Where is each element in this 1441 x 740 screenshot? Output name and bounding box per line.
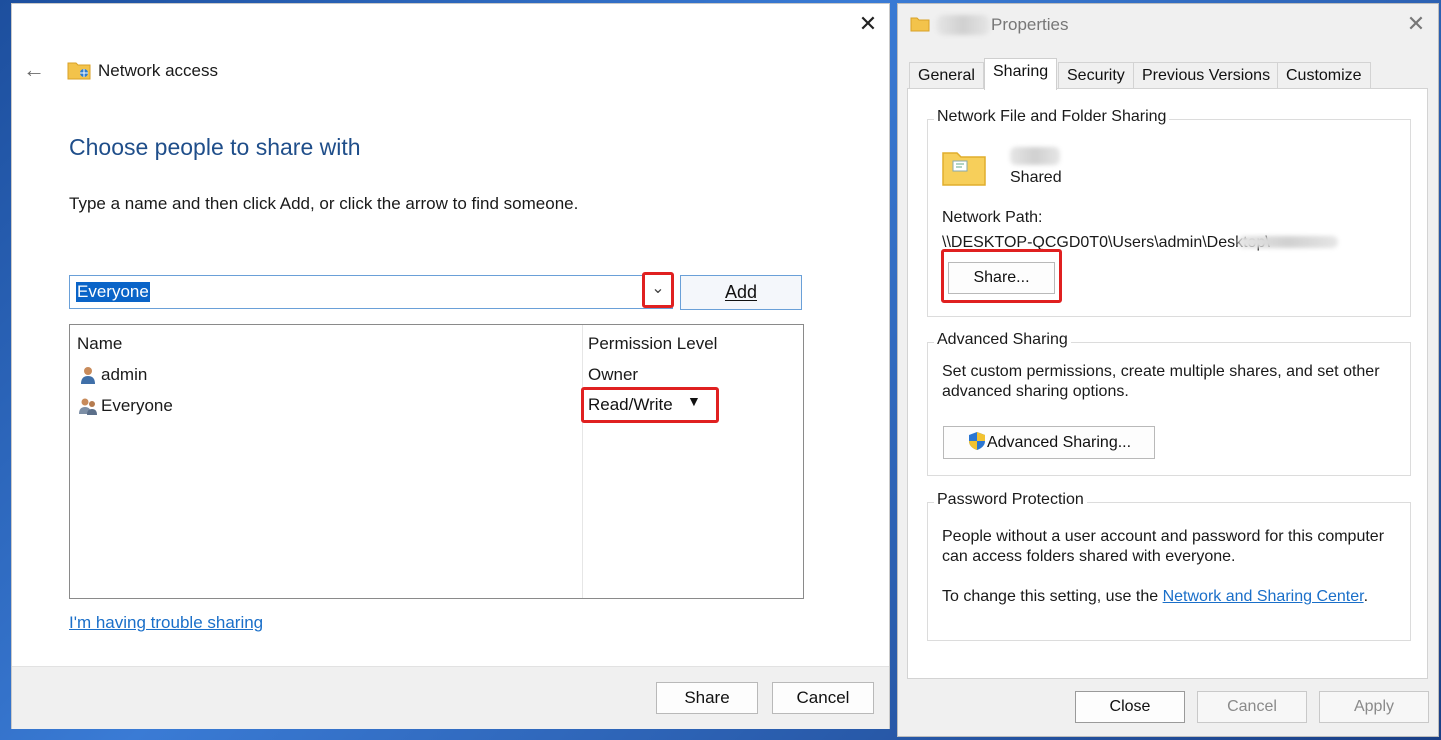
blurred-folder-name [936, 15, 990, 35]
blurred-path-tail [1238, 236, 1338, 248]
change-setting-prefix: To change this setting, use the [942, 588, 1163, 605]
cancel-button[interactable]: Cancel [772, 682, 874, 714]
group-label: Password Protection [934, 491, 1087, 509]
tab-security[interactable]: Security [1058, 62, 1134, 89]
sharing-panel: Network File and Folder Sharing Shared N… [907, 88, 1428, 679]
instruction-text: Type a name and then click Add, or click… [69, 194, 579, 213]
close-icon[interactable]: ✕ [854, 10, 882, 38]
network-access-dialog: ✕ ← Network access Choose people to shar… [11, 3, 890, 729]
change-setting-suffix: . [1363, 588, 1369, 605]
advanced-sharing-button-label: Advanced Sharing... [986, 434, 1132, 451]
blurred-share-name [1010, 147, 1060, 165]
page-heading: Choose people to share with [69, 134, 361, 160]
name-input-value: Everyone [76, 282, 150, 302]
column-header-name[interactable]: Name [77, 334, 122, 354]
network-path-label: Network Path: [942, 209, 1043, 226]
dialog-title: Network access [98, 61, 218, 80]
add-button[interactable]: Add [680, 275, 802, 310]
user-icon [81, 367, 95, 384]
people-list: Name Permission Level admin Owner Everyo… [69, 324, 804, 599]
chevron-down-icon: ⌄ [651, 280, 665, 297]
permission-level-value: Read/Write [588, 395, 673, 414]
user-permission: Owner [588, 365, 639, 384]
name-dropdown-button[interactable]: ⌄ [642, 272, 674, 308]
share-button[interactable]: Share [656, 682, 758, 714]
password-description-2: can access folders shared with everyone. [942, 548, 1236, 565]
cancel-button[interactable]: Cancel [1197, 691, 1307, 723]
caret-down-icon: ▼ [687, 393, 701, 409]
group-label: Advanced Sharing [934, 331, 1071, 349]
group-users-icon [79, 398, 97, 415]
tab-customize[interactable]: Customize [1277, 62, 1371, 89]
advanced-sharing-description-1: Set custom permissions, create multiple … [942, 363, 1380, 380]
user-name: admin [101, 365, 148, 384]
advanced-sharing-button[interactable]: Advanced Sharing... [943, 426, 1155, 459]
back-arrow-icon[interactable]: ← [20, 56, 48, 84]
folder-icon [910, 17, 930, 32]
password-protection-group: Password Protection [927, 491, 1411, 641]
apply-button[interactable]: Apply [1319, 691, 1429, 723]
trouble-sharing-link[interactable]: I'm having trouble sharing [69, 613, 263, 633]
shield-icon [968, 432, 985, 450]
close-icon[interactable]: ✕ [1402, 10, 1430, 38]
group-label: Network File and Folder Sharing [934, 108, 1170, 126]
advanced-sharing-description-2: advanced sharing options. [942, 383, 1129, 400]
network-sharing-center-link[interactable]: Network and Sharing Center [1163, 588, 1364, 605]
tab-sharing[interactable]: Sharing [984, 58, 1058, 90]
column-header-permission[interactable]: Permission Level [588, 334, 717, 354]
shared-folder-icon [942, 152, 986, 186]
network-folder-icon [67, 62, 91, 80]
password-description-1: People without a user account and passwo… [942, 528, 1385, 545]
dialog-title: Properties [991, 15, 1069, 34]
change-setting-text: To change this setting, use the Network … [942, 588, 1368, 606]
close-button[interactable]: Close [1075, 691, 1185, 723]
share-dots-button[interactable]: Share... [948, 262, 1055, 294]
properties-dialog: Properties ✕ General Sharing Security Pr… [897, 3, 1439, 737]
tab-previous-versions[interactable]: Previous Versions [1133, 62, 1280, 89]
user-name: Everyone [101, 396, 173, 415]
share-status: Shared [1010, 169, 1062, 186]
name-input[interactable]: Everyone [69, 275, 673, 309]
tab-general[interactable]: General [909, 62, 984, 89]
permission-level-select[interactable]: Read/Write ▼ [581, 387, 719, 423]
